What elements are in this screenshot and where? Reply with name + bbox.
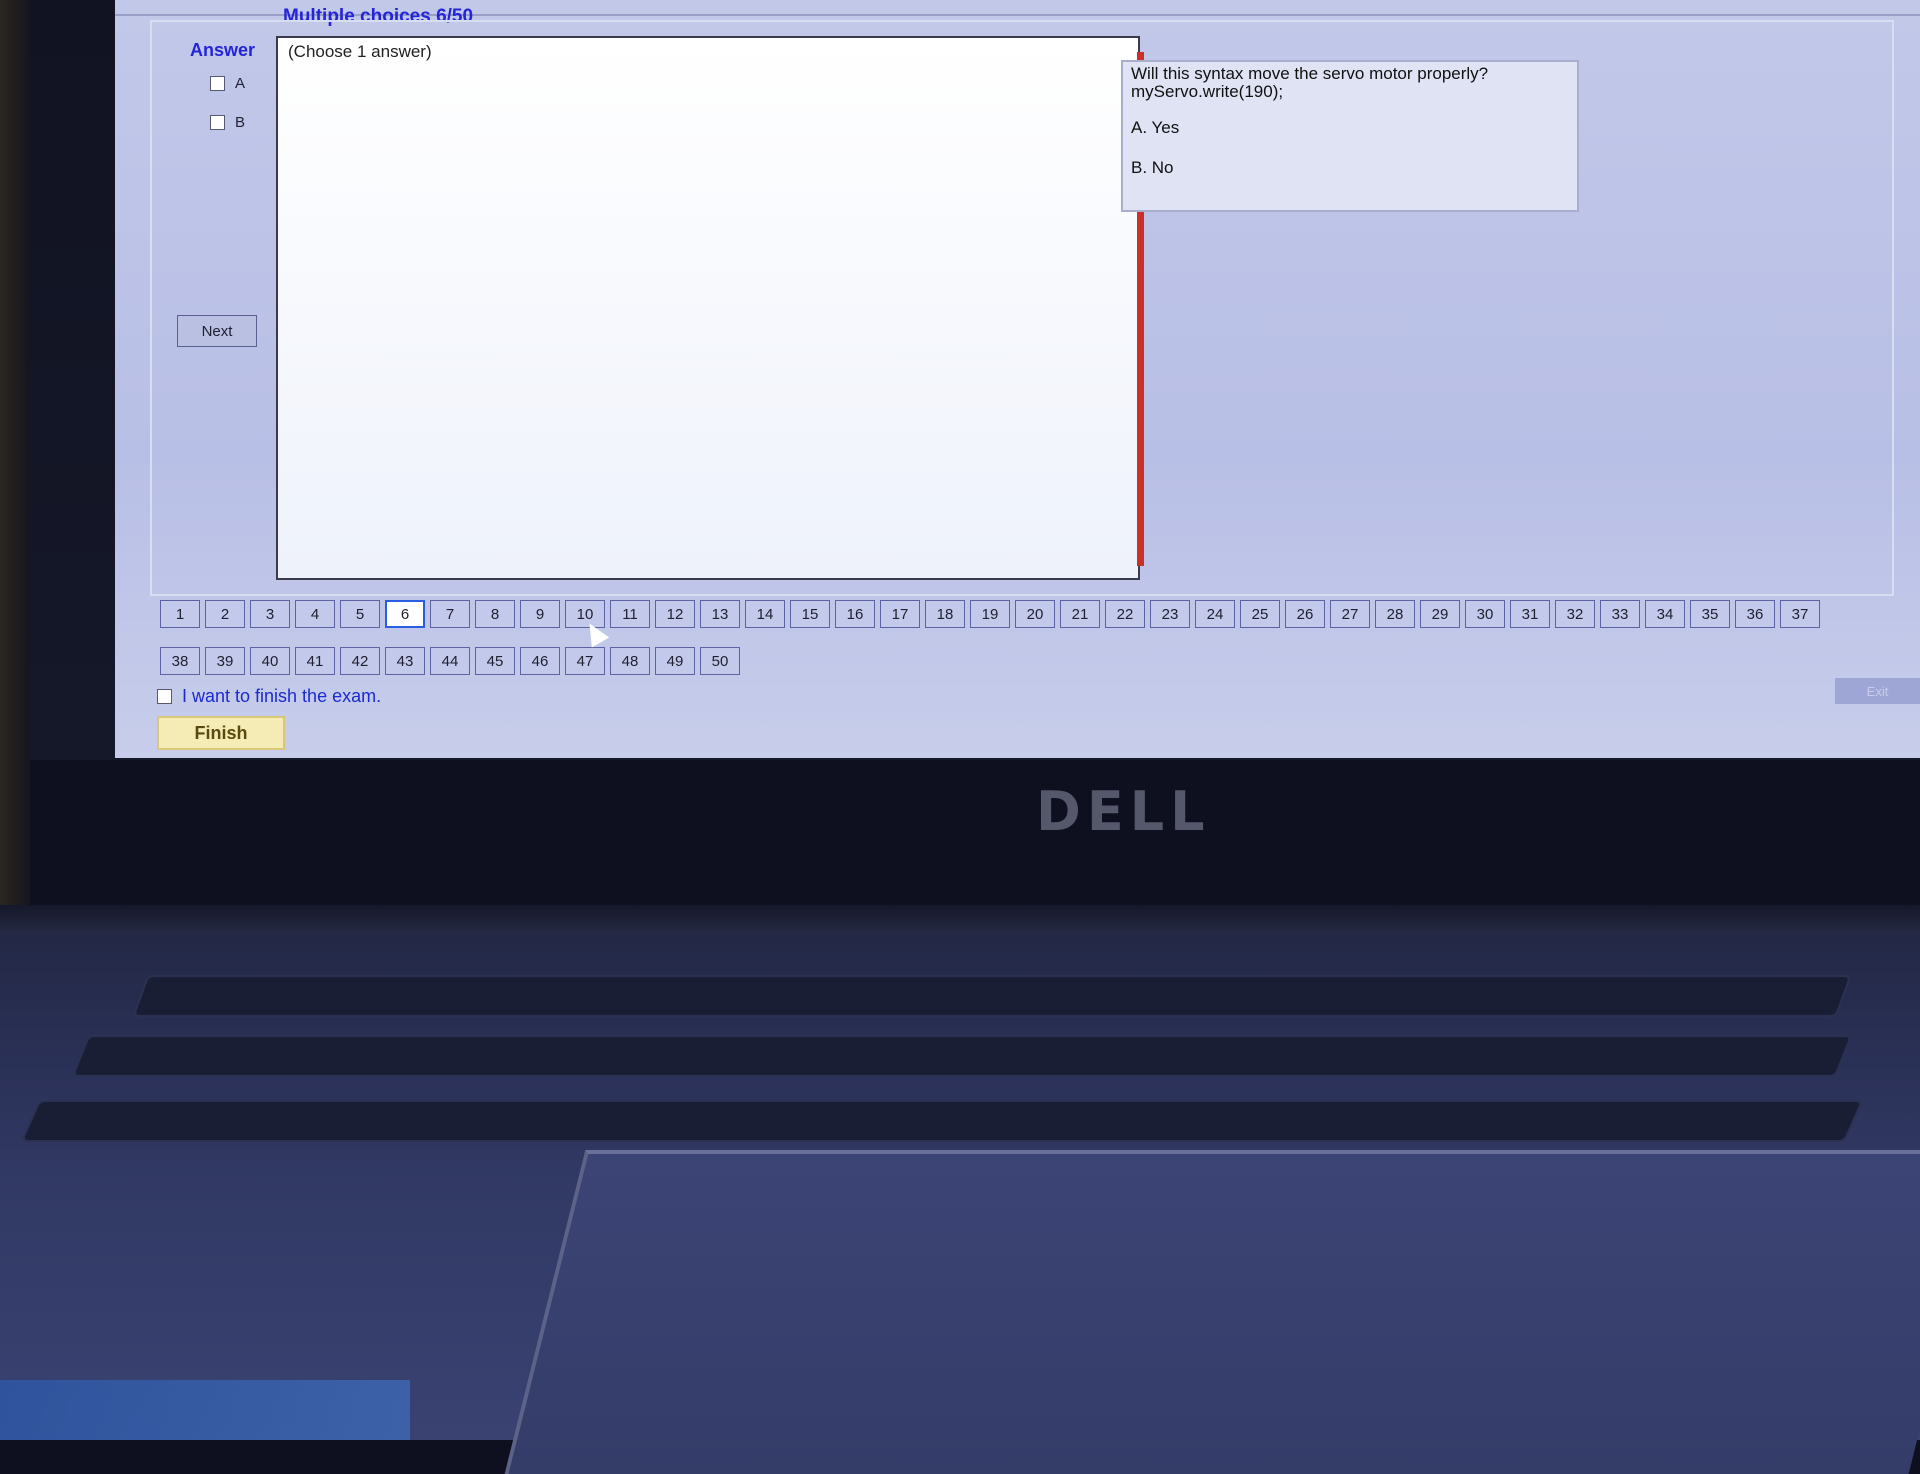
- question-nav-button[interactable]: 29: [1420, 600, 1460, 628]
- laptop-sticker: [0, 1380, 410, 1440]
- question-nav-button[interactable]: 49: [655, 647, 695, 675]
- question-nav-button[interactable]: 31: [1510, 600, 1550, 628]
- answer-panel: (Choose 1 answer): [276, 36, 1140, 580]
- question-nav-button[interactable]: 11: [610, 600, 650, 628]
- exit-button[interactable]: Exit: [1835, 678, 1920, 704]
- question-nav-button[interactable]: 19: [970, 600, 1010, 628]
- question-nav-button[interactable]: 34: [1645, 600, 1685, 628]
- question-nav-button[interactable]: 7: [430, 600, 470, 628]
- brand-logo: DELL: [1036, 780, 1211, 843]
- keyboard-row: [20, 1100, 1864, 1142]
- answer-heading: Answer: [190, 40, 256, 60]
- question-nav-button[interactable]: 33: [1600, 600, 1640, 628]
- question-nav-button[interactable]: 32: [1555, 600, 1595, 628]
- question-nav-button[interactable]: 50: [700, 647, 740, 675]
- question-nav-button[interactable]: 20: [1015, 600, 1055, 628]
- option-a[interactable]: A: [210, 75, 245, 92]
- finish-confirm[interactable]: I want to finish the exam.: [157, 686, 381, 707]
- question-nav-button[interactable]: 3: [250, 600, 290, 628]
- touchpad: [504, 1150, 1920, 1474]
- question-nav-button[interactable]: 24: [1195, 600, 1235, 628]
- question-nav-button[interactable]: 5: [340, 600, 380, 628]
- option-b-checkbox[interactable]: [210, 115, 225, 130]
- question-nav-button[interactable]: 6: [385, 600, 425, 628]
- question-code: myServo.write(190);: [1131, 82, 1284, 101]
- question-nav-button[interactable]: 15: [790, 600, 830, 628]
- option-b-label: B: [235, 114, 246, 131]
- finish-checkbox[interactable]: [157, 689, 172, 704]
- question-nav-button[interactable]: 27: [1330, 600, 1370, 628]
- next-button[interactable]: Next: [177, 315, 257, 347]
- question-nav-button[interactable]: 46: [520, 647, 560, 675]
- finish-button[interactable]: Finish: [157, 716, 285, 750]
- question-nav-button[interactable]: 22: [1105, 600, 1145, 628]
- question-nav-button[interactable]: 35: [1690, 600, 1730, 628]
- question-nav-button[interactable]: 37: [1780, 600, 1820, 628]
- question-nav-button[interactable]: 28: [1375, 600, 1415, 628]
- question-nav-button[interactable]: 4: [295, 600, 335, 628]
- question-nav-button[interactable]: 47: [565, 647, 605, 675]
- question-nav-button[interactable]: 42: [340, 647, 380, 675]
- instruction-text: (Choose 1 answer): [288, 42, 432, 61]
- question-choice-a: A. Yes: [1131, 118, 1180, 137]
- exam-screen: Multiple choices 6/50 Answer A B Next (C…: [115, 0, 1920, 758]
- question-nav-button[interactable]: 40: [250, 647, 290, 675]
- laptop-hinge: [0, 905, 1920, 935]
- question-nav-button[interactable]: 9: [520, 600, 560, 628]
- question-nav-button[interactable]: 13: [700, 600, 740, 628]
- question-nav-button[interactable]: 18: [925, 600, 965, 628]
- option-a-label: A: [235, 75, 246, 92]
- question-box: Will this syntax move the servo motor pr…: [1121, 60, 1579, 212]
- question-nav-button[interactable]: 39: [205, 647, 245, 675]
- question-nav-button[interactable]: 45: [475, 647, 515, 675]
- question-nav-button[interactable]: 25: [1240, 600, 1280, 628]
- option-b[interactable]: B: [210, 114, 245, 131]
- keyboard-row: [132, 975, 1852, 1017]
- question-text: Will this syntax move the servo motor pr…: [1131, 64, 1489, 83]
- question-nav-button[interactable]: 23: [1150, 600, 1190, 628]
- question-nav-button[interactable]: 17: [880, 600, 920, 628]
- finish-checkbox-label: I want to finish the exam.: [182, 686, 382, 706]
- question-nav-button[interactable]: 48: [610, 647, 650, 675]
- question-nav-button[interactable]: 14: [745, 600, 785, 628]
- question-nav-button[interactable]: 43: [385, 647, 425, 675]
- option-a-checkbox[interactable]: [210, 76, 225, 91]
- question-nav-button[interactable]: 38: [160, 647, 200, 675]
- question-nav-button[interactable]: 26: [1285, 600, 1325, 628]
- question-nav-row-1: 1 2 3 4 5 6 7 8 9 10 11 12 13 14 15 16 17 18 19 20 21 22 23 24 2…: [160, 600, 1820, 628]
- question-nav-button[interactable]: 44: [430, 647, 470, 675]
- question-nav-button[interactable]: 1: [160, 600, 200, 628]
- keyboard-row: [71, 1035, 1853, 1077]
- question-nav-button[interactable]: 8: [475, 600, 515, 628]
- question-nav-button[interactable]: 30: [1465, 600, 1505, 628]
- question-nav-button[interactable]: 21: [1060, 600, 1100, 628]
- question-nav-button[interactable]: 41: [295, 647, 335, 675]
- question-nav-row-2: 38 39 40 41 42 43 44 45 46 47 48 49 50: [160, 647, 740, 675]
- question-nav-button[interactable]: 2: [205, 600, 245, 628]
- question-nav-button[interactable]: 12: [655, 600, 695, 628]
- question-nav-button[interactable]: 36: [1735, 600, 1775, 628]
- question-choice-b: B. No: [1131, 158, 1174, 177]
- question-nav-button[interactable]: 16: [835, 600, 875, 628]
